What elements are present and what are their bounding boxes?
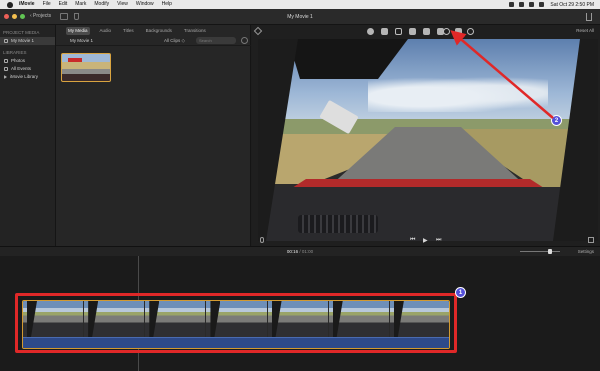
browser-tabs: My Media Audio Titles Backgrounds Transi… bbox=[56, 25, 251, 36]
tab-my-media[interactable]: My Media bbox=[66, 26, 90, 35]
volume-icon[interactable] bbox=[423, 28, 430, 35]
timecode-display: 00:16 / 01:00 bbox=[0, 249, 600, 254]
projects-back-button[interactable]: ‹ Projects bbox=[28, 12, 53, 21]
color-correction-icon[interactable] bbox=[381, 28, 388, 35]
mac-menu-bar: iMovie File Edit Mark Modify View Window… bbox=[0, 0, 600, 9]
crop-icon[interactable] bbox=[395, 28, 402, 35]
project-icon bbox=[4, 39, 8, 43]
sidebar-item-all-events[interactable]: All Events bbox=[0, 65, 55, 73]
menu-window[interactable]: Window bbox=[136, 0, 154, 9]
fullscreen-window-button[interactable] bbox=[20, 14, 25, 19]
speed-icon[interactable] bbox=[443, 28, 450, 35]
tab-titles[interactable]: Titles bbox=[121, 27, 136, 35]
wifi-icon[interactable] bbox=[509, 2, 515, 7]
minimize-window-button[interactable] bbox=[12, 14, 17, 19]
events-icon bbox=[4, 67, 8, 71]
tab-audio[interactable]: Audio bbox=[98, 27, 114, 35]
clip-filter-select[interactable]: All Clips ◇ bbox=[164, 38, 185, 44]
timeline-header: 00:16 / 01:00 Settings bbox=[0, 246, 600, 256]
menu-file[interactable]: File bbox=[43, 0, 51, 9]
libraries-heading: LIBRARIES bbox=[3, 50, 27, 55]
library-disclosure-icon bbox=[4, 75, 7, 79]
microphone-icon[interactable] bbox=[260, 237, 264, 243]
search-input[interactable]: Search bbox=[196, 37, 236, 44]
sidebar-item-label: iMovie Library bbox=[10, 74, 39, 79]
video-clouds bbox=[368, 74, 548, 112]
traffic-lights bbox=[4, 14, 28, 19]
stabilization-icon[interactable] bbox=[409, 28, 416, 35]
project-media-heading: PROJECT MEDIA bbox=[3, 30, 40, 35]
playback-bar: ⏮ ▶ ⏭ bbox=[252, 235, 600, 246]
adjustments-toolbar: Reset All bbox=[252, 25, 600, 38]
timeline-settings-button[interactable]: Settings bbox=[578, 249, 594, 254]
photos-icon bbox=[4, 59, 8, 63]
browser-filter-bar: My Movie 1 All Clips ◇ Search bbox=[56, 36, 251, 46]
color-balance-icon[interactable] bbox=[367, 28, 374, 35]
libraries-sidebar: PROJECT MEDIA My Movie 1 LIBRARIES Photo… bbox=[0, 25, 56, 246]
video-dash-vent bbox=[298, 215, 378, 233]
clip-filter-icon[interactable] bbox=[455, 28, 462, 35]
tab-backgrounds[interactable]: Backgrounds bbox=[144, 27, 174, 35]
viewer-panel: Reset All ⏮ ▶ ⏭ bbox=[252, 25, 600, 246]
sidebar-item-label: My Movie 1 bbox=[11, 38, 35, 43]
next-button[interactable]: ⏭ bbox=[436, 237, 441, 244]
menu-bar-tray: Sat Oct 29 2:50 PM bbox=[504, 0, 594, 9]
download-arrow-icon[interactable] bbox=[74, 13, 79, 20]
window-title: My Movie 1 bbox=[287, 14, 313, 20]
menu-view[interactable]: View bbox=[117, 0, 128, 9]
imovie-window: iMovie File Edit Mark Modify View Window… bbox=[0, 0, 600, 371]
import-media-icon[interactable] bbox=[60, 13, 68, 20]
previous-button[interactable]: ⏮ bbox=[410, 237, 415, 244]
play-button[interactable]: ▶ bbox=[423, 237, 428, 244]
video-preview[interactable] bbox=[258, 39, 598, 241]
magic-wand-icon[interactable] bbox=[253, 26, 263, 36]
battery-icon[interactable] bbox=[519, 2, 525, 7]
total-time: 01:00 bbox=[301, 249, 314, 254]
timeline-zoom-slider[interactable] bbox=[520, 251, 560, 252]
close-window-button[interactable] bbox=[4, 14, 9, 19]
clip-preview-detail bbox=[68, 58, 82, 62]
media-browser: My Media Audio Titles Backgrounds Transi… bbox=[56, 25, 251, 246]
media-clip-thumbnail[interactable] bbox=[61, 53, 111, 82]
apple-icon[interactable] bbox=[7, 1, 13, 8]
control-center-icon[interactable] bbox=[539, 2, 545, 7]
annotation-highlight-box bbox=[15, 293, 457, 353]
menu-help[interactable]: Help bbox=[162, 0, 172, 9]
sidebar-item-imovie-library[interactable]: iMovie Library bbox=[0, 73, 55, 81]
annotation-badge-2: 2 bbox=[551, 115, 562, 126]
window-title-bar: My Movie 1 ‹ Projects bbox=[0, 9, 600, 25]
annotation-badge-1: 1 bbox=[455, 287, 466, 298]
sidebar-item-photos[interactable]: Photos bbox=[0, 57, 55, 65]
menu-app[interactable]: iMovie bbox=[19, 0, 35, 9]
menu-modify[interactable]: Modify bbox=[94, 0, 109, 9]
menu-edit[interactable]: Edit bbox=[59, 0, 68, 9]
sidebar-item-project[interactable]: My Movie 1 bbox=[0, 37, 55, 45]
tab-transitions[interactable]: Transitions bbox=[182, 27, 208, 35]
event-title: My Movie 1 bbox=[70, 38, 94, 43]
sidebar-item-label: All Events bbox=[11, 66, 32, 71]
fullscreen-icon[interactable] bbox=[588, 237, 594, 243]
info-icon[interactable] bbox=[467, 28, 474, 35]
share-icon[interactable] bbox=[586, 13, 592, 21]
current-time: 00:16 bbox=[286, 249, 299, 254]
gear-icon[interactable] bbox=[241, 37, 248, 44]
sidebar-item-label: Photos bbox=[11, 58, 26, 63]
menu-mark[interactable]: Mark bbox=[75, 0, 86, 9]
menu-bar-clock[interactable]: Sat Oct 29 2:50 PM bbox=[550, 2, 594, 8]
reset-all-button[interactable]: Reset All bbox=[576, 28, 594, 33]
search-icon[interactable] bbox=[529, 2, 535, 7]
zoom-slider-knob[interactable] bbox=[548, 249, 552, 254]
